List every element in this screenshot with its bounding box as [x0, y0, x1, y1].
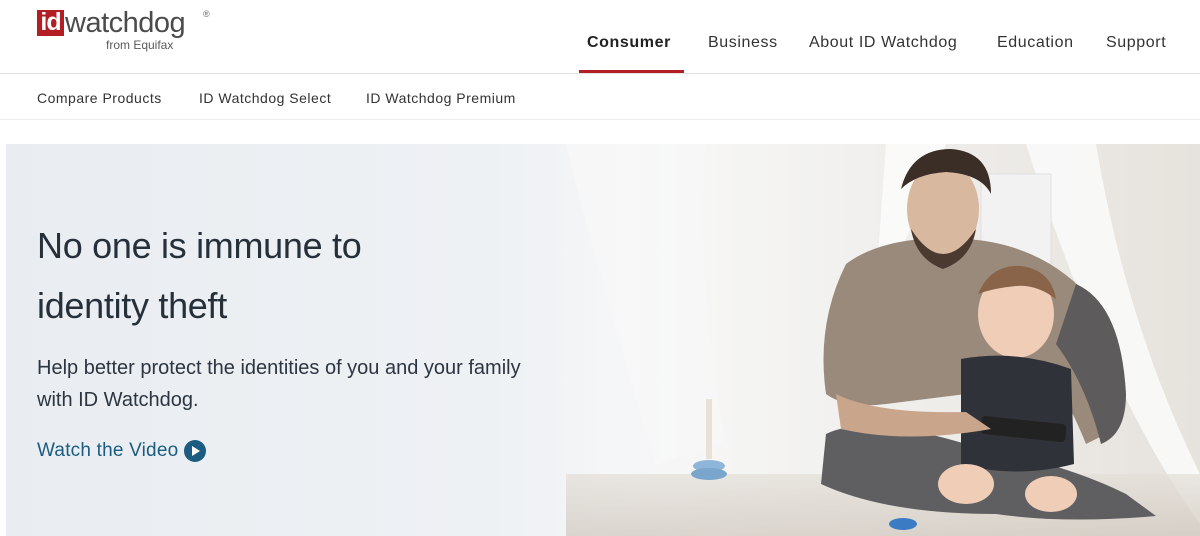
nav-consumer[interactable]: Consumer	[587, 34, 671, 52]
active-nav-indicator	[579, 70, 684, 73]
logo-id-mark: id	[37, 10, 64, 36]
watch-video-link[interactable]: Watch the Video	[37, 440, 207, 462]
nav-education[interactable]: Education	[997, 34, 1074, 52]
hero-title: No one is immune to identity theft	[37, 216, 597, 336]
logo-wordmark: watchdog	[65, 7, 186, 39]
play-circle-icon[interactable]	[184, 440, 207, 462]
nav-about[interactable]: About ID Watchdog	[809, 34, 957, 52]
subnav-select[interactable]: ID Watchdog Select	[199, 90, 331, 106]
idwatchdog-logo[interactable]: id watchdog ® from Equifax	[37, 7, 217, 54]
hero-title-line2: identity theft	[37, 285, 227, 326]
subnav-premium[interactable]: ID Watchdog Premium	[366, 90, 516, 106]
nav-business[interactable]: Business	[708, 34, 778, 52]
watch-video-label[interactable]: Watch the Video	[37, 440, 178, 462]
hero-title-line1: No one is immune to	[37, 225, 362, 266]
nav-support[interactable]: Support	[1106, 34, 1166, 52]
hero-text: No one is immune to identity theft Help …	[37, 216, 597, 416]
sub-nav: Compare Products ID Watchdog Select ID W…	[0, 75, 1200, 120]
hero-subtitle: Help better protect the identities of yo…	[37, 352, 597, 416]
logo-registered-mark: ®	[203, 9, 210, 19]
subnav-compare-products[interactable]: Compare Products	[37, 90, 162, 106]
hero-subtitle-line2: with ID Watchdog.	[37, 389, 199, 411]
logo-tagline: from Equifax	[106, 38, 174, 52]
hero-subtitle-line1: Help better protect the identities of yo…	[37, 357, 521, 379]
site-header: id watchdog ® from Equifax Consumer Busi…	[0, 0, 1200, 74]
hero-banner: No one is immune to identity theft Help …	[6, 144, 1200, 536]
